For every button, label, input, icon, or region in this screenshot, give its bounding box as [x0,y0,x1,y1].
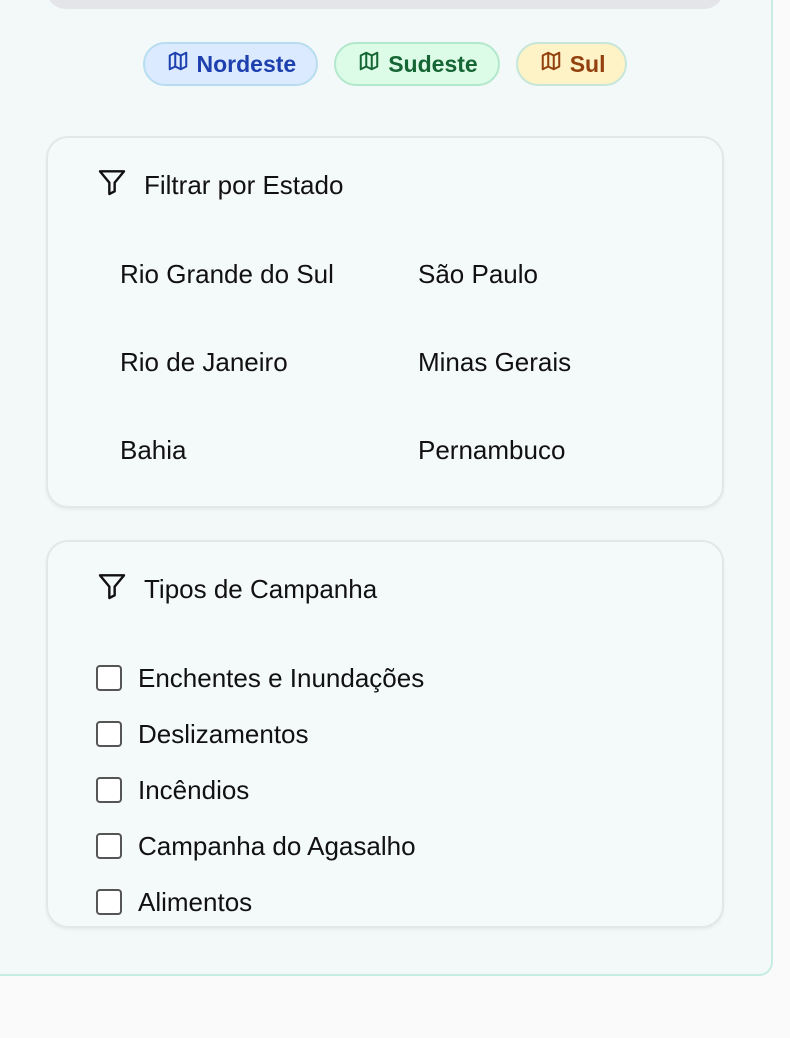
agasalho-checkbox[interactable] [96,833,122,859]
campaign-type-option[interactable]: Incêndios [96,762,424,818]
deslizamentos-checkbox[interactable] [96,721,122,747]
map-icon [358,50,380,78]
state-option-rio-de-janeiro[interactable]: Rio de Janeiro [120,346,418,379]
region-badge-sudeste[interactable]: Sudeste [334,42,500,86]
campaign-type-label: Enchentes e Inundações [138,662,425,693]
map-icon [167,50,189,78]
state-option-rio-grande-do-sul[interactable]: Rio Grande do Sul [120,258,418,291]
state-option-bahia[interactable]: Bahia [120,434,418,467]
region-badge-label: Sudeste [388,50,478,77]
state-option-pernambuco[interactable]: Pernambuco [418,434,678,467]
campaign-filter-header: Tipos de Campanha [96,570,377,609]
campaign-type-option[interactable]: Campanha do Agasalho [96,818,424,874]
filter-icon [96,570,128,609]
map-icon [540,50,562,78]
incendios-checkbox[interactable] [96,777,122,803]
campaign-type-label: Incêndios [138,774,250,805]
enchentes-checkbox[interactable] [96,665,122,691]
campaign-type-label: Deslizamentos [138,718,309,749]
filter-icon [96,166,128,205]
state-option-sao-paulo[interactable]: São Paulo [418,258,678,291]
campaign-type-filter-card: Tipos de Campanha Enchentes e Inundações… [46,540,724,928]
region-badge-nordeste[interactable]: Nordeste [142,42,319,86]
alimentos-checkbox[interactable] [96,889,122,915]
region-badge-sul[interactable]: Sul [515,42,628,86]
region-badge-label: Sul [569,50,606,77]
campaign-type-label: Alimentos [138,886,253,917]
state-list: Rio Grande do Sul São Paulo Rio de Janei… [120,258,678,467]
campaign-type-list: Enchentes e Inundações Deslizamentos Inc… [96,650,424,930]
campaign-type-option[interactable]: Deslizamentos [96,706,424,762]
campaign-type-label: Campanha do Agasalho [138,830,416,861]
state-filter-title: Filtrar por Estado [144,170,344,200]
search-bar-bottom [46,0,724,9]
region-badges: Nordeste Sudeste Sul [0,42,770,86]
state-filter-header: Filtrar por Estado [96,166,343,205]
state-filter-card: Filtrar por Estado Rio Grande do Sul São… [46,136,724,508]
state-option-minas-gerais[interactable]: Minas Gerais [418,346,678,379]
region-badge-label: Nordeste [196,50,297,77]
campaign-type-option[interactable]: Enchentes e Inundações [96,650,424,706]
campaign-filter-title: Tipos de Campanha [144,574,378,604]
campaign-type-option[interactable]: Alimentos [96,874,424,930]
